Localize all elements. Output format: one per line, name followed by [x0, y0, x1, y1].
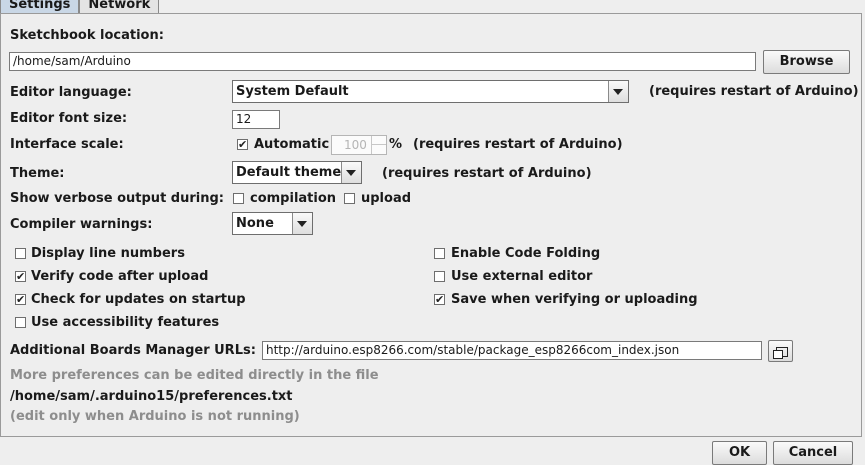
compiler-warnings-label: Compiler warnings: [10, 217, 153, 232]
save-on-verify-label: Save when verifying or uploading [451, 292, 698, 307]
verify-code-label: Verify code after upload [31, 269, 209, 284]
verbose-output-label: Show verbose output during: [10, 191, 224, 206]
interface-scale-note: (requires restart of Arduino) [413, 137, 623, 152]
check-updates-checkbox[interactable]: ✔ [15, 294, 26, 305]
cancel-button[interactable]: Cancel [773, 441, 853, 465]
upload-checkbox[interactable] [344, 193, 355, 204]
ok-button[interactable]: OK [712, 441, 767, 465]
interface-scale-spinner[interactable]: 100 [331, 135, 387, 155]
percent-sign: % [389, 137, 403, 152]
editor-language-select[interactable]: System Default [232, 80, 629, 103]
theme-note: (requires restart of Arduino) [382, 166, 592, 181]
compiler-warnings-value: None [236, 216, 274, 231]
save-on-verify-checkbox[interactable]: ✔ [434, 294, 445, 305]
compilation-checkbox[interactable] [233, 193, 244, 204]
sketchbook-location-label: Sketchbook location: [10, 28, 164, 43]
tab-bar: Settings Network [0, 0, 160, 13]
chevron-down-icon [292, 213, 312, 234]
upload-label: upload [361, 191, 412, 206]
edit-urls-button[interactable] [768, 340, 793, 362]
boards-urls-label: Additional Boards Manager URLs: [10, 343, 256, 358]
display-line-numbers-label: Display line numbers [31, 246, 185, 261]
automatic-checkbox[interactable]: ✔ [237, 139, 248, 150]
compiler-warnings-select[interactable]: None [232, 212, 313, 235]
chevron-down-icon [608, 81, 628, 102]
editor-font-size-label: Editor font size: [10, 111, 128, 126]
display-line-numbers-checkbox[interactable] [15, 248, 26, 259]
editor-font-size-input[interactable]: 12 [232, 110, 280, 129]
boards-urls-input[interactable]: http://arduino.esp8266.com/stable/packag… [262, 341, 762, 360]
editor-language-label: Editor language: [10, 85, 132, 100]
theme-select[interactable]: Default theme [232, 161, 362, 184]
edit-only-note: (edit only when Arduino is not running) [10, 409, 300, 424]
theme-label: Theme: [10, 166, 65, 181]
browse-button[interactable]: Browse [763, 50, 850, 74]
code-folding-label: Enable Code Folding [451, 246, 601, 261]
accessibility-label: Use accessibility features [31, 315, 220, 330]
accessibility-checkbox[interactable] [15, 317, 26, 328]
editor-language-value: System Default [236, 84, 349, 99]
compilation-label: compilation [250, 191, 337, 206]
prefs-file-path: /home/sam/.arduino15/preferences.txt [10, 389, 293, 404]
interface-scale-label: Interface scale: [10, 137, 124, 152]
tab-settings[interactable]: Settings [0, 0, 80, 13]
automatic-label: Automatic [254, 137, 330, 152]
spinner-arrows-icon [371, 136, 386, 154]
interface-scale-value: 100 [344, 138, 367, 152]
external-editor-checkbox[interactable] [434, 271, 445, 282]
window-icon-back [773, 350, 783, 359]
editor-language-note: (requires restart of Arduino) [649, 84, 859, 99]
theme-value: Default theme [236, 165, 342, 180]
tab-network[interactable]: Network [79, 0, 160, 13]
chevron-down-icon [341, 162, 361, 183]
sketchbook-location-input[interactable]: /home/sam/Arduino [9, 52, 756, 71]
code-folding-checkbox[interactable] [434, 248, 445, 259]
more-prefs-note: More preferences can be edited directly … [10, 368, 379, 383]
check-updates-label: Check for updates on startup [31, 292, 246, 307]
verify-code-checkbox[interactable]: ✔ [15, 271, 26, 282]
external-editor-label: Use external editor [451, 269, 593, 284]
